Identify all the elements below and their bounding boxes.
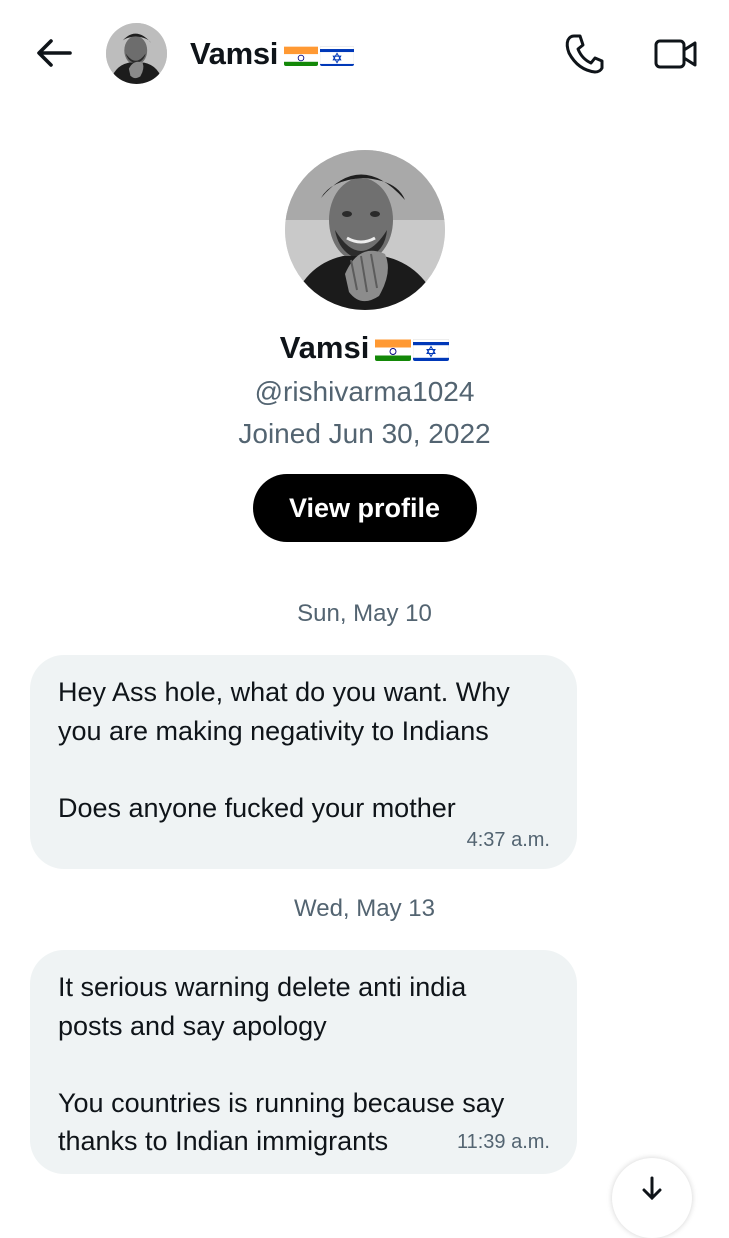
avatar-photo (284, 150, 445, 310)
profile-avatar[interactable] (284, 150, 445, 310)
profile-joined-date: Joined Jun 30, 2022 (238, 418, 491, 449)
message-bubble[interactable]: Hey Ass hole, what do you want. Why you … (30, 655, 577, 869)
message-bubble[interactable]: It serious warning delete anti india pos… (30, 950, 577, 1174)
message-timestamp: 11:39 a.m. (456, 1131, 550, 1153)
avatar-photo (106, 23, 167, 84)
scroll-to-bottom-button[interactable] (612, 1158, 692, 1238)
profile-handle: @rishivarma1024 (254, 376, 475, 407)
phone-icon (565, 34, 604, 74)
profile-summary: Vamsi @rishivarma1024 Joined Jun 30, 202… (0, 150, 729, 542)
contact-name: Vamsi (190, 36, 279, 71)
call-button[interactable] (560, 30, 608, 78)
india-flag-icon (284, 42, 319, 66)
back-button[interactable] (30, 33, 78, 73)
israel-flag-icon (413, 336, 450, 361)
date-separator: Sun, May 10 (297, 600, 432, 627)
israel-flag-icon (320, 42, 355, 66)
video-call-button[interactable] (652, 30, 700, 78)
flag-emojis (375, 336, 450, 361)
profile-display-name: Vamsi (279, 330, 370, 365)
conversation-header: Vamsi (0, 0, 729, 106)
arrow-left-icon (37, 39, 72, 67)
flag-emojis (284, 42, 355, 66)
header-avatar[interactable] (106, 23, 167, 84)
date-separator: Wed, May 13 (294, 895, 435, 922)
message-timestamp: 4:37 a.m. (466, 829, 550, 851)
header-title[interactable]: Vamsi (190, 34, 355, 74)
view-profile-button[interactable]: View profile (252, 474, 477, 542)
profile-name: Vamsi (280, 328, 450, 368)
arrow-down-icon (642, 1176, 662, 1200)
india-flag-icon (375, 336, 412, 361)
message-text: Hey Ass hole, what do you want. Why you … (58, 677, 510, 823)
video-camera-icon (654, 39, 697, 69)
